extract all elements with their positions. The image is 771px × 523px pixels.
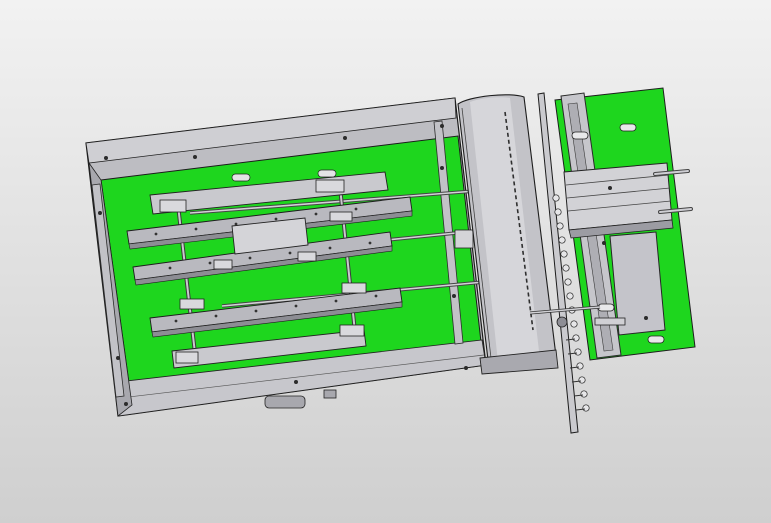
bracket-7 [341, 282, 367, 294]
bracket-8 [339, 324, 365, 337]
plate-slot-3 [597, 303, 615, 312]
plate-slot-2 [571, 131, 589, 140]
bottom-cylinder [264, 395, 306, 409]
bracket-6 [179, 298, 205, 310]
bracket-1 [159, 199, 187, 213]
side-block [454, 229, 474, 249]
bracket-5 [297, 251, 317, 262]
bracket-9 [175, 351, 199, 364]
plate-clamp [594, 317, 626, 326]
bracket-2 [315, 179, 345, 193]
bracket-4 [213, 259, 233, 270]
plate-slot-1 [619, 123, 637, 132]
frame-slot-2 [317, 169, 337, 178]
bracket-3 [329, 211, 353, 222]
cad-viewport[interactable] [0, 0, 771, 523]
bottom-stud [323, 389, 337, 399]
cad-model-drawing [85, 87, 696, 434]
plate-slot-4 [647, 335, 665, 344]
arm-pivot [556, 316, 568, 328]
frame-slot-1 [231, 173, 251, 182]
